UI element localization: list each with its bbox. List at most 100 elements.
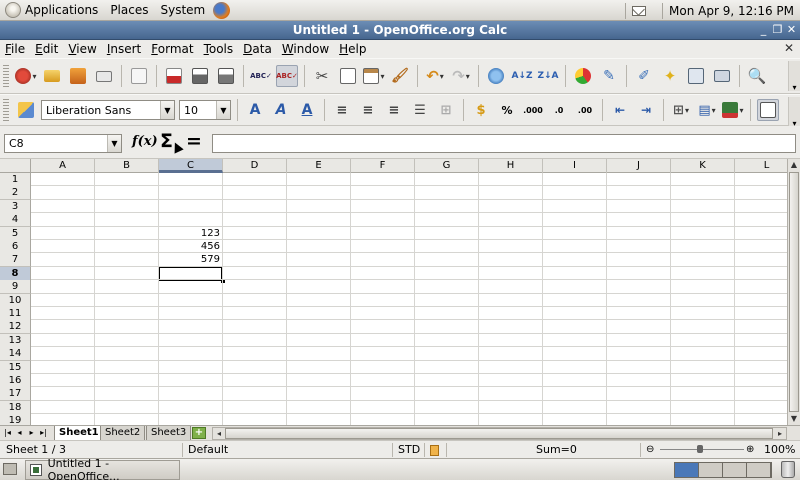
function-wizard-icon[interactable]: f(x) xyxy=(132,134,158,149)
toolbar-grip[interactable] xyxy=(3,64,9,88)
cell-c7[interactable]: 579 xyxy=(159,253,222,266)
zoom-icon[interactable]: 🔍 xyxy=(746,65,768,87)
redo-icon[interactable]: ↷ xyxy=(450,65,472,87)
paste-icon[interactable] xyxy=(363,65,385,87)
currency-format-icon[interactable]: $ xyxy=(470,99,492,121)
delete-decimal-icon[interactable]: .00 xyxy=(574,99,596,121)
add-sheet-icon[interactable]: + xyxy=(192,427,206,439)
open-folder-icon[interactable] xyxy=(41,65,63,87)
workspace-switcher[interactable] xyxy=(674,462,772,478)
row-header[interactable]: 5 xyxy=(0,226,31,241)
spreadsheet-grid[interactable]: ABCDEFGHIJKL 1 2 3 4 5 6 7 8 9 10 11 12 13 14 15 16 17 18… xyxy=(0,159,787,425)
row-header[interactable]: 6 xyxy=(0,240,31,254)
row-header[interactable]: 9 xyxy=(0,280,31,295)
column-header[interactable]: L xyxy=(735,159,787,173)
new-document-icon[interactable] xyxy=(15,65,37,87)
chevron-down-icon[interactable]: ▼ xyxy=(216,101,230,119)
font-size-combobox[interactable]: 10 ▼ xyxy=(179,100,231,120)
font-color-icon[interactable] xyxy=(722,99,744,121)
bold-icon[interactable]: A xyxy=(244,99,266,121)
toolbar-overflow-icon[interactable]: ▾ xyxy=(788,61,800,92)
system-menu[interactable]: System xyxy=(156,0,213,21)
chevron-down-icon[interactable]: ▼ xyxy=(160,101,174,119)
scroll-up-icon[interactable]: ▲ xyxy=(788,159,800,171)
close-window-icon[interactable]: ✕ xyxy=(785,23,798,37)
zoom-out-icon[interactable]: ⊖ xyxy=(646,443,654,457)
underline-icon[interactable]: A xyxy=(296,99,318,121)
copy-icon[interactable] xyxy=(337,65,359,87)
find-replace-icon[interactable]: ✐ xyxy=(633,65,655,87)
borders-icon[interactable]: ⊞ xyxy=(670,99,692,121)
cell-c6[interactable]: 456 xyxy=(159,240,222,253)
scroll-right-icon[interactable]: ▸ xyxy=(774,428,786,439)
add-decimal-icon[interactable]: .0 xyxy=(548,99,570,121)
row-header[interactable]: 2 xyxy=(0,186,31,201)
row-header[interactable]: 8 xyxy=(0,266,31,281)
print-preview-icon[interactable] xyxy=(215,65,237,87)
last-sheet-icon[interactable]: ▸| xyxy=(38,427,49,439)
applications-menu[interactable]: Applications xyxy=(0,0,106,21)
sheet-tab-sheet3[interactable]: Sheet3 xyxy=(146,426,192,441)
row-header[interactable]: 16 xyxy=(0,374,31,388)
row-header[interactable]: 11 xyxy=(0,307,31,321)
hyperlink-icon[interactable] xyxy=(485,65,507,87)
function-icon[interactable]: = xyxy=(186,130,202,152)
close-document-icon[interactable]: ✕ xyxy=(784,41,794,55)
column-header[interactable]: F xyxy=(351,159,415,173)
column-header[interactable]: J xyxy=(607,159,671,173)
menu-window[interactable]: Window xyxy=(277,42,334,56)
clone-formatting-icon[interactable]: 🖌 xyxy=(389,65,411,87)
row-header[interactable]: 19 xyxy=(0,414,31,425)
align-left-icon[interactable]: ≡ xyxy=(331,99,353,121)
row-header[interactable]: 4 xyxy=(0,213,31,228)
first-sheet-icon[interactable]: |◂ xyxy=(2,427,13,439)
name-box[interactable]: C8 ▼ xyxy=(4,134,122,153)
toolbar-overflow-icon[interactable]: ▾ xyxy=(788,97,800,128)
column-header[interactable]: K xyxy=(671,159,735,173)
print-icon[interactable] xyxy=(189,65,211,87)
row-header[interactable]: 17 xyxy=(0,387,31,402)
menu-tools[interactable]: Tools xyxy=(199,42,239,56)
prev-sheet-icon[interactable]: ◂ xyxy=(14,427,25,439)
navigator-icon[interactable]: ✦ xyxy=(659,65,681,87)
save-icon[interactable] xyxy=(67,65,89,87)
workspace-3[interactable] xyxy=(723,463,747,477)
styles-formatting-icon[interactable] xyxy=(15,99,37,121)
data-sources-icon[interactable] xyxy=(711,65,733,87)
menu-format[interactable]: Format xyxy=(146,42,198,56)
status-zoom[interactable]: 100% xyxy=(764,443,795,457)
justify-icon[interactable]: ☰ xyxy=(409,99,431,121)
menu-view[interactable]: View xyxy=(63,42,101,56)
row-header[interactable]: 7 xyxy=(0,253,31,268)
menu-data[interactable]: Data xyxy=(238,42,277,56)
minimize-icon[interactable]: _ xyxy=(757,23,770,37)
status-page-style[interactable]: Default xyxy=(188,443,228,457)
sort-descending-icon[interactable]: Z↓A xyxy=(537,65,559,87)
sheet-tab-sheet2[interactable]: Sheet2 xyxy=(100,426,146,441)
toolbar-grip[interactable] xyxy=(3,98,9,122)
vertical-scrollbar[interactable]: ▲ ▼ xyxy=(787,159,800,425)
background-color-icon[interactable]: ▤ xyxy=(696,99,718,121)
menu-edit[interactable]: Edit xyxy=(30,42,63,56)
spellcheck-icon[interactable]: ABC✓ xyxy=(250,65,272,87)
email-document-icon[interactable] xyxy=(93,65,115,87)
gallery-icon[interactable] xyxy=(685,65,707,87)
workspace-4[interactable] xyxy=(747,463,771,477)
sum-icon[interactable]: Σ xyxy=(160,130,173,152)
export-pdf-icon[interactable] xyxy=(163,65,185,87)
row-header[interactable]: 3 xyxy=(0,199,31,214)
chevron-down-icon[interactable]: ▼ xyxy=(107,135,121,152)
horizontal-scrollbar[interactable]: ◂ ▸ xyxy=(212,427,787,440)
chart-icon[interactable] xyxy=(572,65,594,87)
scroll-left-icon[interactable]: ◂ xyxy=(213,428,225,439)
zoom-in-icon[interactable]: ⊕ xyxy=(746,443,754,457)
row-header[interactable]: 15 xyxy=(0,360,31,375)
show-desktop-icon[interactable] xyxy=(3,463,17,475)
status-sum[interactable]: Sum=0 xyxy=(536,443,577,457)
menu-help[interactable]: Help xyxy=(334,42,371,56)
column-header[interactable]: A xyxy=(31,159,95,173)
align-center-icon[interactable]: ≡ xyxy=(357,99,379,121)
workspace-1[interactable] xyxy=(675,463,699,477)
menu-file[interactable]: File xyxy=(0,42,30,56)
decrease-indent-icon[interactable]: ⇤ xyxy=(609,99,631,121)
